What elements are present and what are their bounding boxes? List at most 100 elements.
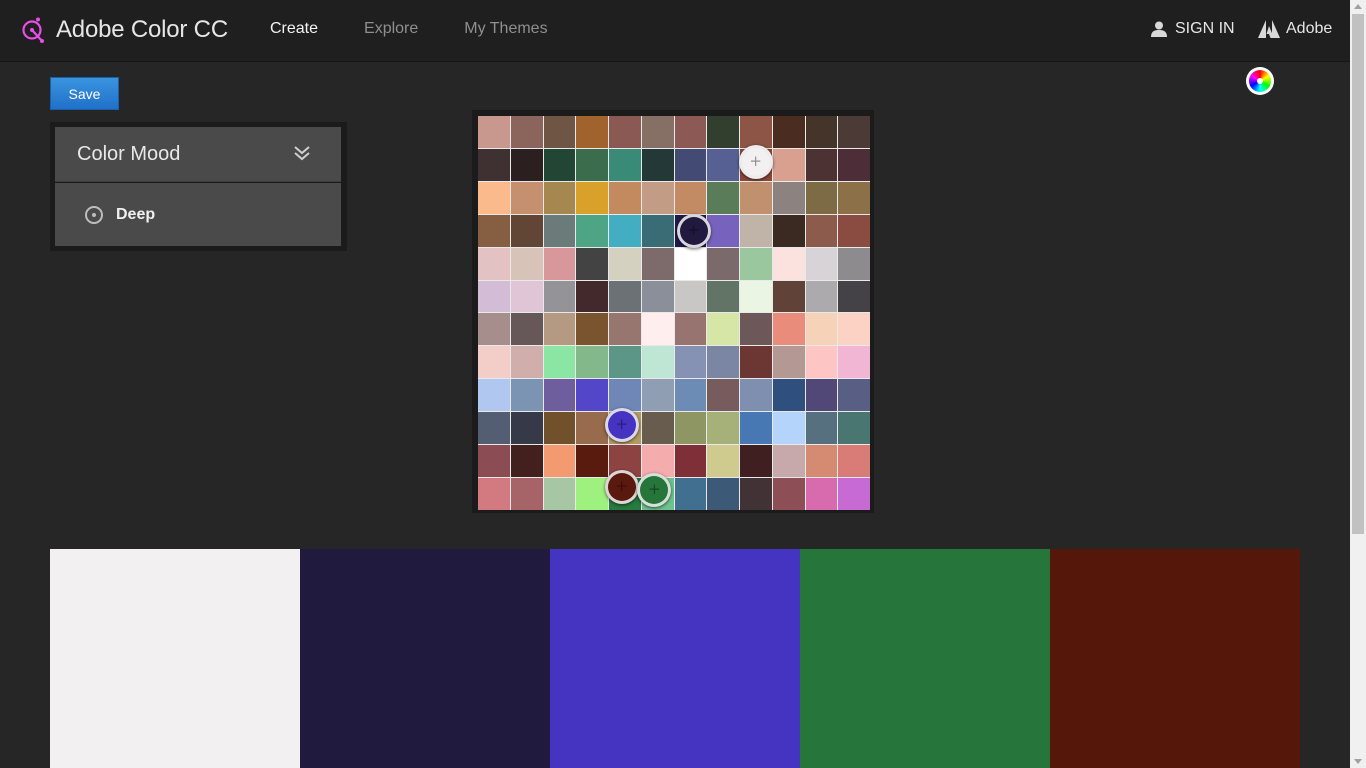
grid-cell[interactable] [805,379,838,412]
grid-cell[interactable] [838,478,870,510]
grid-cell[interactable] [772,412,805,445]
color-marker-handle[interactable] [676,213,711,248]
grid-cell[interactable] [740,247,772,280]
grid-cell[interactable] [740,346,772,379]
grid-cell[interactable] [838,379,870,412]
grid-cell[interactable] [740,181,772,214]
grid-cell[interactable] [543,379,576,412]
sign-in-link[interactable]: SIGN IN [1150,20,1235,38]
grid-cell[interactable] [707,116,739,148]
grid-cell[interactable] [674,116,707,148]
palette-swatch[interactable] [1050,549,1300,768]
grid-cell[interactable] [510,445,543,478]
grid-cell[interactable] [510,346,543,379]
grid-cell[interactable] [609,116,641,148]
grid-cell[interactable] [543,445,576,478]
grid-cell[interactable] [838,116,870,148]
page-scrollbar[interactable] [1350,0,1366,768]
grid-cell[interactable] [543,116,576,148]
grid-cell[interactable] [478,346,510,379]
grid-cell[interactable] [510,313,543,346]
grid-cell[interactable] [576,412,608,445]
grid-cell[interactable] [543,148,576,181]
grid-cell[interactable] [576,379,608,412]
grid-cell[interactable] [772,346,805,379]
grid-cell[interactable] [805,445,838,478]
grid-cell[interactable] [641,148,674,181]
grid-cell[interactable] [772,247,805,280]
grid-cell[interactable] [740,445,772,478]
color-marker-handle[interactable] [738,144,773,179]
nav-my-themes[interactable]: My Themes [464,20,547,38]
grid-cell[interactable] [707,478,739,510]
grid-cell[interactable] [478,214,510,247]
color-grid[interactable] [478,116,870,510]
grid-cell[interactable] [641,445,674,478]
grid-cell[interactable] [609,214,641,247]
grid-cell[interactable] [838,412,870,445]
grid-cell[interactable] [478,116,510,148]
grid-cell[interactable] [576,478,608,510]
grid-cell[interactable] [576,181,608,214]
grid-cell[interactable] [543,181,576,214]
grid-cell[interactable] [805,346,838,379]
grid-cell[interactable] [674,280,707,313]
color-marker-handle[interactable] [604,470,639,505]
grid-cell[interactable] [838,313,870,346]
grid-cell[interactable] [838,445,870,478]
grid-cell[interactable] [510,478,543,510]
grid-cell[interactable] [707,247,739,280]
grid-cell[interactable] [805,214,838,247]
palette-swatch[interactable] [550,549,800,768]
grid-cell[interactable] [707,313,739,346]
grid-cell[interactable] [805,247,838,280]
grid-cell[interactable] [510,280,543,313]
grid-cell[interactable] [707,280,739,313]
grid-cell[interactable] [707,214,739,247]
grid-cell[interactable] [805,478,838,510]
grid-cell[interactable] [478,181,510,214]
grid-cell[interactable] [641,116,674,148]
grid-cell[interactable] [707,379,739,412]
grid-cell[interactable] [641,247,674,280]
grid-cell[interactable] [838,148,870,181]
scroll-thumb[interactable] [1352,14,1364,534]
grid-cell[interactable] [478,445,510,478]
grid-cell[interactable] [576,445,608,478]
grid-cell[interactable] [543,412,576,445]
grid-cell[interactable] [772,478,805,510]
grid-cell[interactable] [707,445,739,478]
palette-swatch[interactable] [300,549,550,768]
grid-cell[interactable] [641,379,674,412]
grid-cell[interactable] [805,313,838,346]
grid-cell[interactable] [740,412,772,445]
grid-cell[interactable] [510,116,543,148]
grid-cell[interactable] [510,181,543,214]
grid-cell[interactable] [707,181,739,214]
grid-cell[interactable] [805,181,838,214]
grid-cell[interactable] [674,412,707,445]
grid-cell[interactable] [740,280,772,313]
grid-cell[interactable] [740,214,772,247]
grid-cell[interactable] [772,445,805,478]
grid-cell[interactable] [740,379,772,412]
grid-cell[interactable] [576,346,608,379]
grid-cell[interactable] [641,412,674,445]
grid-cell[interactable] [805,148,838,181]
grid-cell[interactable] [674,379,707,412]
grid-cell[interactable] [641,214,674,247]
grid-cell[interactable] [576,313,608,346]
palette-swatch[interactable] [800,549,1050,768]
grid-cell[interactable] [510,412,543,445]
grid-cell[interactable] [740,478,772,510]
grid-cell[interactable] [543,247,576,280]
grid-cell[interactable] [674,148,707,181]
grid-cell[interactable] [674,181,707,214]
grid-cell[interactable] [543,346,576,379]
palette-swatch[interactable] [50,549,300,768]
grid-cell[interactable] [772,116,805,148]
grid-cell[interactable] [772,214,805,247]
grid-cell[interactable] [707,346,739,379]
grid-cell[interactable] [641,181,674,214]
grid-cell[interactable] [478,412,510,445]
